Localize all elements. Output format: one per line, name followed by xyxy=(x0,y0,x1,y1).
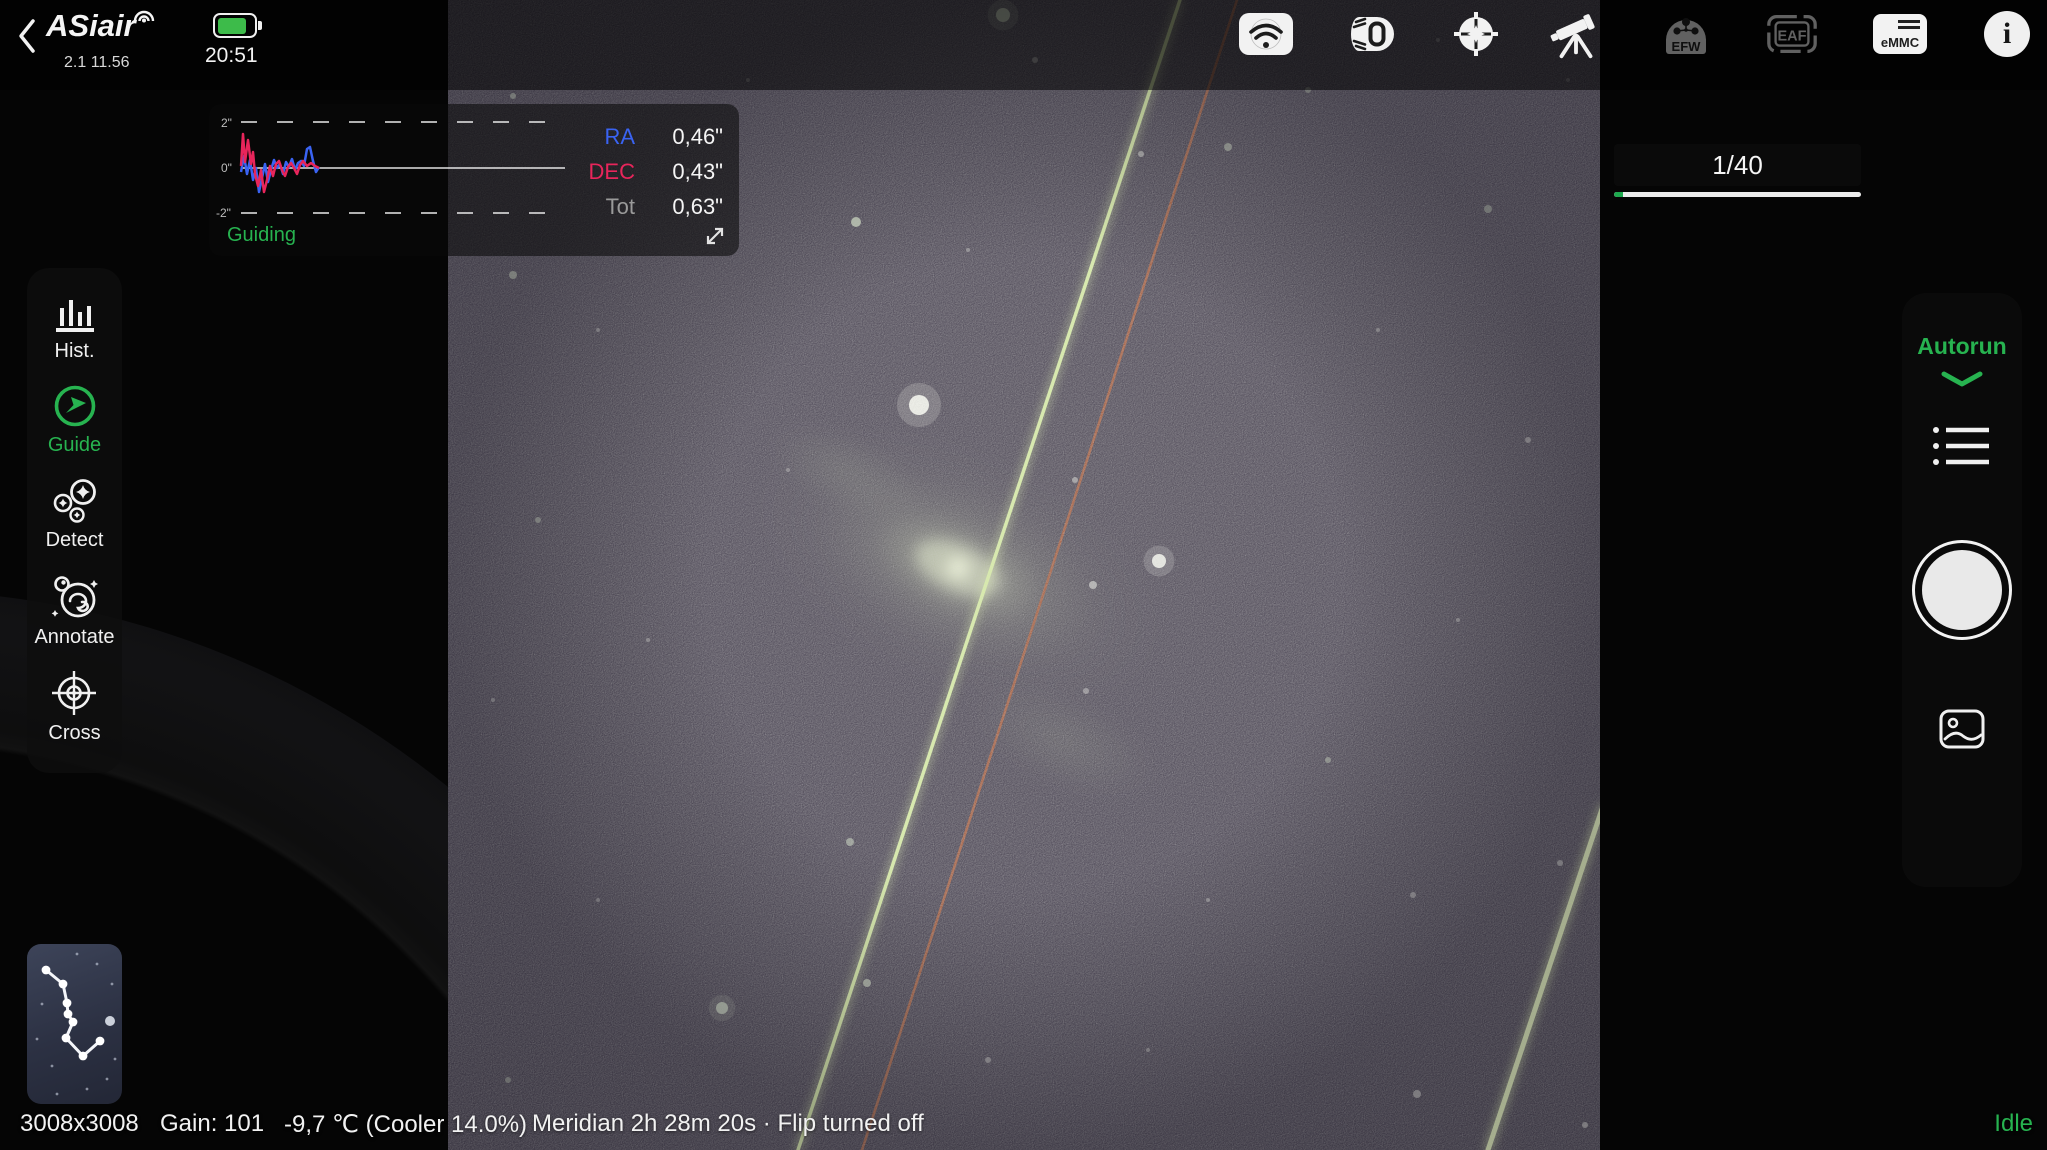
dec-graph-line xyxy=(241,134,319,192)
sequence-list-icon[interactable] xyxy=(1931,424,1993,468)
guide-camera-button[interactable] xyxy=(1448,7,1504,61)
sidebar-item-annotate[interactable]: Annotate xyxy=(34,574,114,649)
clock: 20:51 xyxy=(205,44,258,68)
sidebar-item-guide[interactable]: Guide xyxy=(48,384,101,457)
tot-label: Tot xyxy=(555,194,635,220)
emmc-pins xyxy=(1898,20,1920,29)
capture-mode-selector[interactable]: Autorun xyxy=(1902,333,2022,360)
exposure-progress-fill xyxy=(1614,192,1623,197)
ra-label: RA xyxy=(555,124,635,150)
eaf-icon: EAF xyxy=(1764,11,1820,57)
shutter-button-inner xyxy=(1922,550,2002,630)
exposure-progress-bar xyxy=(1614,192,1861,197)
eaf-button[interactable]: EAF xyxy=(1764,7,1820,61)
wifi-station-button[interactable] xyxy=(1238,7,1294,61)
shutter-button[interactable] xyxy=(1912,540,2012,640)
histogram-icon xyxy=(54,296,96,334)
sky-atlas-thumbnail[interactable] xyxy=(27,944,122,1104)
sidebar-label-cross: Cross xyxy=(48,722,100,745)
axis-label-mid: 0" xyxy=(221,161,232,175)
app-state-badge: Idle xyxy=(1994,1110,2033,1138)
guide-scope-icon xyxy=(1451,9,1501,59)
app-logo: ASiair xyxy=(46,8,136,44)
ra-value: 0,46" xyxy=(628,124,723,150)
telescope-icon xyxy=(1548,7,1604,61)
main-camera-icon xyxy=(1343,10,1399,58)
expand-icon[interactable] xyxy=(704,225,726,247)
axis-label-bottom: -2" xyxy=(216,206,231,220)
main-camera-button[interactable] xyxy=(1343,7,1399,61)
guide-icon xyxy=(53,384,97,428)
detect-stars-icon xyxy=(51,479,99,523)
camera-gain: Gain: 101 xyxy=(160,1110,264,1138)
eaf-label: EAF xyxy=(1778,28,1807,44)
sidebar-item-histogram[interactable]: Hist. xyxy=(54,296,96,363)
emmc-label: eMMC xyxy=(1873,35,1927,50)
battery-level xyxy=(218,18,247,34)
sidebar-item-cross[interactable]: Cross xyxy=(48,670,100,745)
info-icon: i xyxy=(1984,11,2030,57)
status-bar: 3008x3008 Gain: 101 -9,7 ℃ (Cooler 14.0%… xyxy=(0,1102,2047,1150)
asiair-app: ASiair 2.1 11.56 20:51 xyxy=(0,0,2047,1150)
image-resolution: 3008x3008 xyxy=(20,1110,139,1138)
dec-value: 0,43" xyxy=(628,159,723,185)
chevron-down-icon[interactable] xyxy=(1938,369,1986,389)
annotate-galaxy-icon xyxy=(49,574,99,620)
guiding-panel[interactable]: 2" 0" -2" RA 0,46" DEC 0,43" Tot 0,63" G… xyxy=(209,104,739,256)
sidebar-label-annotate: Annotate xyxy=(34,626,114,649)
efw-button[interactable]: EFW xyxy=(1658,7,1714,61)
emmc-icon: eMMC xyxy=(1873,14,1927,54)
sidebar-item-detect[interactable]: Detect xyxy=(46,479,104,552)
back-icon[interactable] xyxy=(16,18,38,54)
sidebar-label-detect: Detect xyxy=(46,529,104,552)
sidebar-label-guide: Guide xyxy=(48,434,101,457)
crosshair-icon xyxy=(51,670,97,716)
efw-label: EFW xyxy=(1672,39,1702,54)
efw-icon: EFW xyxy=(1658,6,1714,62)
gallery-icon[interactable] xyxy=(1939,709,1985,749)
top-bar: ASiair 2.1 11.56 20:51 xyxy=(0,0,2047,90)
exposure-counter: 1/40 xyxy=(1614,144,1861,186)
sidebar-label-histogram: Hist. xyxy=(55,340,95,363)
tool-sidebar: Hist. Guide Detect xyxy=(27,268,122,773)
logo-antenna-icon xyxy=(129,6,159,24)
tot-value: 0,63" xyxy=(628,194,723,220)
capture-panel: Autorun xyxy=(1902,293,2022,887)
mount-button[interactable] xyxy=(1548,7,1604,61)
dec-label: DEC xyxy=(555,159,635,185)
camera-temperature: -9,7 ℃ (Cooler 14.0%) xyxy=(284,1110,527,1139)
info-button[interactable]: i xyxy=(1979,7,2035,61)
wifi-icon xyxy=(1239,13,1293,55)
storage-button[interactable]: eMMC xyxy=(1872,7,1928,61)
app-version: 2.1 11.56 xyxy=(64,54,130,72)
constellation-icon xyxy=(27,944,122,1104)
guiding-status: Guiding xyxy=(227,224,296,247)
meridian-status: Meridian 2h 28m 20s · Flip turned off xyxy=(532,1110,924,1138)
battery-icon xyxy=(213,13,257,38)
axis-label-top: 2" xyxy=(221,116,232,130)
